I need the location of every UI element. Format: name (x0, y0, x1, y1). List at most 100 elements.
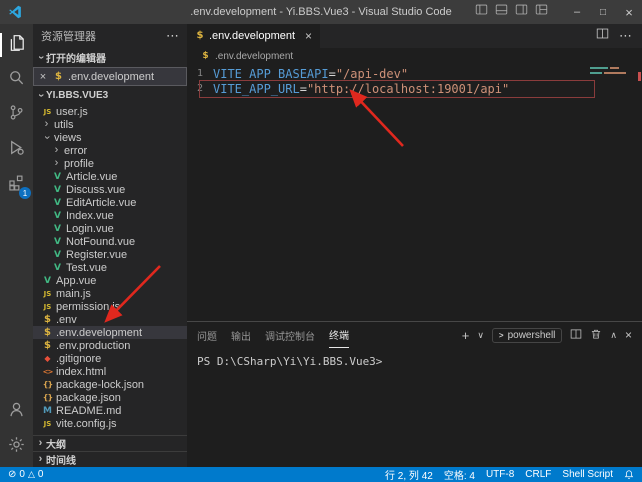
tree-item-label: error (64, 145, 87, 157)
tree-item-App.vue[interactable]: App.vue (33, 274, 187, 287)
tree-item-label: EditArticle.vue (66, 197, 136, 209)
tree-item-EditArticle.vue[interactable]: EditArticle.vue (33, 196, 187, 209)
tree-item-.env.development[interactable]: .env.development (33, 326, 187, 339)
activitybar-source-control[interactable] (0, 100, 33, 130)
tree-item-README.md[interactable]: README.md (33, 404, 187, 417)
open-editors-label: 打开的编辑器 (46, 50, 106, 65)
maximize-button[interactable] (590, 0, 616, 24)
notifications-bell-icon[interactable] (624, 469, 634, 480)
tree-item-package-lock.json[interactable]: package-lock.json (33, 378, 187, 391)
tree-item-label: main.js (56, 288, 91, 300)
split-editor-icon[interactable] (596, 27, 609, 45)
breadcrumb[interactable]: .env.development (187, 48, 642, 64)
powershell-icon (499, 331, 504, 340)
panel-tab[interactable]: 终端 (329, 322, 349, 348)
encoding-setting[interactable]: UTF-8 (486, 469, 514, 480)
kill-terminal-icon[interactable] (590, 328, 602, 343)
tree-item-profile[interactable]: profile (33, 157, 187, 170)
toggle-sidebar-icon[interactable] (475, 3, 488, 21)
code-token-key: VITE_APP_BASEAPI (213, 67, 329, 81)
tree-item-error[interactable]: error (33, 144, 187, 157)
tree-item-Article.vue[interactable]: Article.vue (33, 170, 187, 183)
tree-item-user.js[interactable]: user.js (33, 105, 187, 118)
code-token-string: "/api-dev" (336, 67, 408, 81)
problems-indicator[interactable]: 0 0 (8, 469, 43, 480)
env-file-icon (199, 50, 212, 62)
warning-count: 0 (38, 469, 44, 480)
vue-file-icon (41, 275, 54, 287)
explorer-icon (8, 34, 26, 57)
minimap[interactable] (590, 67, 632, 77)
gear-icon (8, 436, 25, 458)
activitybar-explorer[interactable] (0, 30, 33, 60)
tree-item-utils[interactable]: utils (33, 118, 187, 131)
panel-tab[interactable]: 输出 (231, 322, 251, 348)
terminal-actions: powershell (462, 328, 632, 343)
new-terminal-button[interactable] (462, 328, 470, 343)
tab-label: .env.development (209, 30, 295, 42)
minimize-button[interactable] (564, 0, 590, 24)
chevron-down-icon (41, 132, 52, 143)
html-file-icon (41, 366, 54, 378)
panel-tab[interactable]: 问题 (197, 322, 217, 348)
search-icon (8, 69, 25, 91)
activitybar-accounts[interactable] (0, 397, 33, 427)
language-mode[interactable]: Shell Script (562, 469, 613, 480)
cursor-position[interactable]: 行 2, 列 42 (385, 467, 433, 482)
indentation-setting[interactable]: 空格: 4 (444, 467, 475, 482)
shell-selector-button[interactable]: powershell (492, 328, 562, 343)
editor-tab-env-development[interactable]: .env.development (187, 24, 320, 48)
activitybar-settings[interactable] (0, 432, 33, 462)
tree-item-package.json[interactable]: package.json (33, 391, 187, 404)
env-file-icon (41, 340, 54, 352)
tree-item-.env.production[interactable]: .env.production (33, 339, 187, 352)
tree-item-Register.vue[interactable]: Register.vue (33, 248, 187, 261)
code-editor[interactable]: 1VITE_APP_BASEAPI="/api-dev"2VITE_APP_UR… (187, 64, 642, 321)
timeline-section-header[interactable]: 时间线 (33, 451, 187, 467)
tree-item-Discuss.vue[interactable]: Discuss.vue (33, 183, 187, 196)
timeline-label: 时间线 (46, 452, 76, 467)
close-editor-icon[interactable] (37, 71, 49, 83)
tree-item-main.js[interactable]: main.js (33, 287, 187, 300)
split-terminal-icon[interactable] (570, 328, 582, 343)
editor-tabbar: .env.development (187, 24, 642, 48)
eol-setting[interactable]: CRLF (525, 469, 551, 480)
chevron-down-icon (35, 90, 46, 101)
code-line-1[interactable]: 1VITE_APP_BASEAPI="/api-dev" (187, 66, 642, 81)
chevron-right-icon (41, 119, 52, 130)
toggle-panel-icon[interactable] (495, 3, 508, 21)
tree-item-index.html[interactable]: index.html (33, 365, 187, 378)
panel-tab[interactable]: 调试控制台 (265, 322, 315, 348)
terminal-content[interactable]: PS D:\CSharp\Yi\Yi.BBS.Vue3> (187, 348, 642, 467)
js-file-icon (41, 301, 54, 313)
overview-ruler-marker (638, 72, 641, 81)
maximize-panel-icon[interactable] (610, 329, 617, 341)
tree-item-NotFound.vue[interactable]: NotFound.vue (33, 235, 187, 248)
tree-item-permission.js[interactable]: permission.js (33, 300, 187, 313)
tree-item-vite.config.js[interactable]: vite.config.js (33, 417, 187, 430)
activity-bar: 1 (0, 24, 33, 467)
activitybar-extensions[interactable]: 1 (0, 170, 33, 200)
activitybar-search[interactable] (0, 65, 33, 95)
tree-item-.env[interactable]: .env (33, 313, 187, 326)
project-section-header[interactable]: YI.BBS.VUE3 (33, 86, 187, 105)
close-button[interactable] (616, 0, 642, 24)
tree-item-Index.vue[interactable]: Index.vue (33, 209, 187, 222)
open-editors-section-header[interactable]: 打开的编辑器 (33, 48, 187, 67)
close-panel-icon[interactable] (625, 328, 632, 342)
terminal-profile-dropdown-icon[interactable] (477, 329, 484, 341)
sidebar-bottom-sections: 大纲 时间线 (33, 435, 187, 467)
toggle-secondary-sidebar-icon[interactable] (515, 3, 528, 21)
more-editor-actions-icon[interactable] (619, 27, 632, 45)
close-tab-icon[interactable] (305, 29, 312, 43)
tree-item-.gitignore[interactable]: .gitignore (33, 352, 187, 365)
outline-section-header[interactable]: 大纲 (33, 435, 187, 451)
more-actions-icon[interactable] (166, 28, 179, 44)
tree-item-views[interactable]: views (33, 131, 187, 144)
customize-layout-icon[interactable] (535, 3, 548, 21)
open-editor-item-env-development[interactable]: .env.development (33, 67, 187, 86)
activitybar-run-debug[interactable] (0, 135, 33, 165)
tree-item-Test.vue[interactable]: Test.vue (33, 261, 187, 274)
code-line-2[interactable]: 2VITE_APP_URL="http://localhost:19001/ap… (187, 81, 642, 96)
tree-item-Login.vue[interactable]: Login.vue (33, 222, 187, 235)
